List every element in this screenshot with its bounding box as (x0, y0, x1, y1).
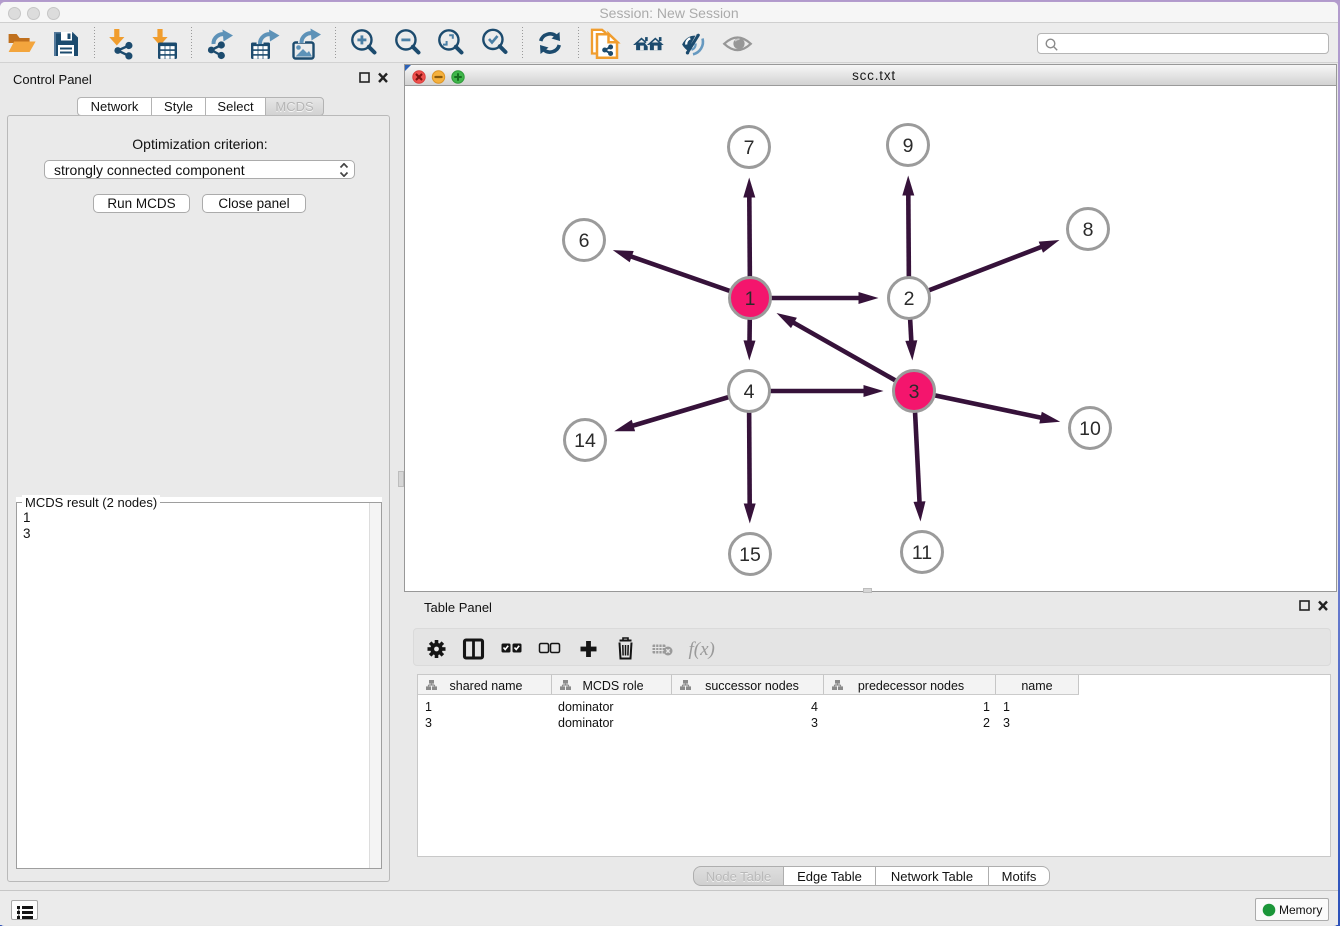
svg-text:3: 3 (811, 716, 818, 730)
svg-text:3: 3 (909, 381, 920, 403)
svg-text:15: 15 (739, 544, 761, 566)
svg-text:predecessor nodes: predecessor nodes (858, 679, 964, 693)
svg-text:MCDS role: MCDS role (582, 679, 643, 693)
svg-text:8: 8 (1083, 219, 1094, 241)
svg-text:4: 4 (744, 381, 755, 403)
svg-text:dominator: dominator (558, 700, 614, 714)
svg-text:3: 3 (425, 716, 432, 730)
svg-text:name: name (1021, 679, 1052, 693)
svg-text:11: 11 (912, 542, 932, 564)
svg-text:successor nodes: successor nodes (705, 679, 799, 693)
svg-text:f(x): f(x) (689, 639, 715, 660)
svg-text:4: 4 (811, 700, 818, 714)
svg-text:1: 1 (983, 700, 990, 714)
svg-text:dominator: dominator (558, 716, 614, 730)
svg-text:1: 1 (1003, 700, 1010, 714)
svg-text:14: 14 (574, 430, 596, 452)
svg-text:6: 6 (579, 230, 590, 252)
svg-text:7: 7 (744, 137, 755, 159)
svg-text:10: 10 (1079, 418, 1101, 440)
svg-text:1: 1 (425, 700, 432, 714)
svg-text:2: 2 (904, 288, 915, 310)
svg-text:3: 3 (1003, 716, 1010, 730)
svg-text:1: 1 (745, 288, 756, 310)
svg-text:2: 2 (983, 716, 990, 730)
svg-text:9: 9 (903, 135, 914, 157)
svg-text:shared name: shared name (450, 679, 523, 693)
